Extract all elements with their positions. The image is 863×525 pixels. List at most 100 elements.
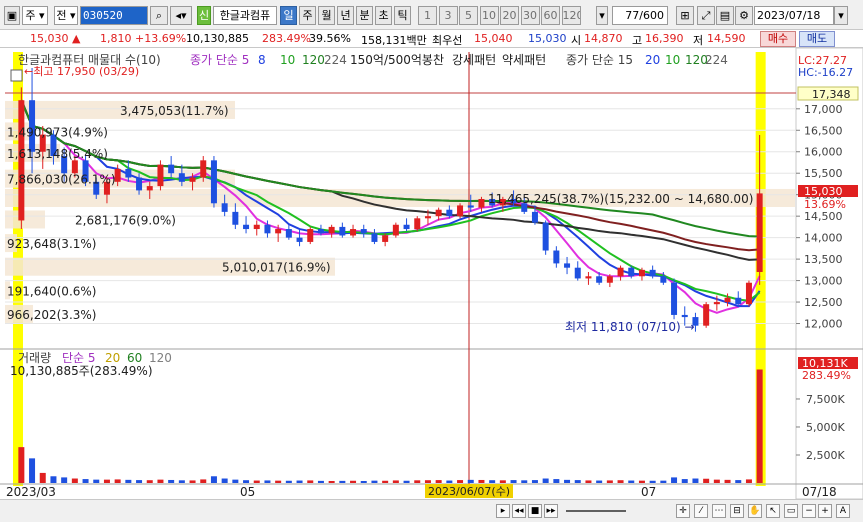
stop-icon[interactable]: ■: [528, 504, 542, 518]
volume-bar: [574, 480, 581, 483]
high-annotation: ←최고 17,950 (03/29): [24, 65, 139, 78]
candle-body: [649, 269, 656, 277]
candle-body: [724, 297, 731, 303]
buy-button[interactable]: 매수: [760, 31, 796, 47]
candle-body: [392, 224, 399, 236]
low-annotation: 최저 11,810 (07/10) →: [565, 320, 695, 334]
interval-button-20[interactable]: 20: [500, 6, 519, 25]
volume-bar: [168, 479, 175, 483]
candle-body: [371, 233, 378, 242]
zoom-slider[interactable]: [566, 510, 626, 512]
crosshair-icon[interactable]: ✛: [676, 504, 690, 518]
interval-dropdown[interactable]: ▾: [596, 6, 608, 25]
candle-body: [756, 193, 763, 272]
volume-bar: [18, 447, 25, 483]
period-tab-0[interactable]: 일: [280, 6, 297, 25]
search-icon[interactable]: ⌕: [150, 6, 168, 25]
period-tab-1[interactable]: 주: [299, 6, 316, 25]
volume-bar: [82, 479, 89, 483]
ma-legend-period: 10: [280, 53, 295, 67]
interval-button-5[interactable]: 5: [459, 6, 478, 25]
stock-chart[interactable]: 17,00016,50016,00015,50015,00014,50014,0…: [0, 47, 863, 522]
y-tick-label: 14,000: [804, 232, 843, 245]
volume-ratio: 283.49%: [262, 32, 311, 45]
volume-profile-label: 2,681,176(9.0%): [75, 213, 176, 227]
volume-bar: [103, 479, 110, 483]
period-tab-4[interactable]: 분: [356, 6, 373, 25]
turnover: 39.56%: [309, 32, 351, 45]
candle-body: [531, 211, 538, 223]
count-total: /600: [639, 9, 664, 22]
volume-bar: [307, 480, 314, 483]
candle-body: [178, 173, 185, 182]
interval-button-3[interactable]: 3: [438, 6, 458, 25]
volume-profile-label: 923,648(3.1%): [7, 237, 96, 251]
window-icon[interactable]: ▣: [4, 6, 20, 25]
volume-bar: [671, 477, 678, 483]
date-picker-icon[interactable]: ▾: [834, 6, 848, 25]
candle-body: [189, 177, 196, 182]
volume-tick-label: 7,500K: [806, 393, 845, 406]
volume-bar: [585, 480, 592, 483]
period-tab-6[interactable]: 틱: [394, 6, 411, 25]
all-select[interactable]: 전 ▾: [54, 6, 78, 25]
volume-bar: [713, 479, 720, 483]
volume-profile-label: 1,490,973(4.9%): [7, 125, 108, 139]
volume-profile-label: 966,202(3.3%): [7, 308, 96, 322]
volume-bar: [360, 480, 367, 483]
plus-icon[interactable]: +: [818, 504, 832, 518]
interval-button-10[interactable]: 10: [479, 6, 499, 25]
minus-icon[interactable]: −: [802, 504, 816, 518]
candle-body: [232, 211, 239, 225]
grid-tool-icon[interactable]: ⊟: [730, 504, 744, 518]
hc-label: HC:-16.27: [798, 66, 853, 79]
price-value: 15,030: [30, 32, 69, 45]
volume-profile-label: 3,475,053(11.7%): [120, 104, 229, 118]
interval-button-120[interactable]: 120: [561, 6, 581, 25]
save-icon[interactable]: ▤: [716, 6, 734, 25]
market-select[interactable]: 주 ▾: [22, 6, 48, 25]
chart-area[interactable]: 17,00016,50016,00015,50015,00014,50014,0…: [0, 47, 863, 522]
interval-button-1[interactable]: 1: [418, 6, 437, 25]
candle-body: [339, 226, 346, 236]
volume-bar: [243, 480, 250, 483]
interval-button-30[interactable]: 30: [520, 6, 540, 25]
sound-icon[interactable]: ◂▾: [170, 6, 192, 25]
volume-pct-tag-text: 283.49%: [802, 369, 851, 382]
y-tick-label: 13,000: [804, 275, 843, 288]
scroll-right-icon[interactable]: ▸: [496, 504, 510, 518]
candle-body: [136, 177, 143, 191]
arrow-tool-icon[interactable]: ↖: [766, 504, 780, 518]
volume-profile-label: 1,613,148(5.4%): [7, 147, 108, 161]
chart-menu-icon: [10, 69, 23, 82]
rect-tool-icon[interactable]: ▭: [784, 504, 798, 518]
candle-body: [596, 276, 603, 283]
pattern-tool-icon[interactable]: ⋯: [712, 504, 726, 518]
gear-icon[interactable]: ⚙: [735, 6, 753, 25]
interval-button-60[interactable]: 60: [541, 6, 560, 25]
pattern-label-3: 약세패턴: [502, 52, 546, 67]
forward-icon[interactable]: ▸▸: [544, 504, 558, 518]
period-tab-3[interactable]: 년: [337, 6, 354, 25]
all-label: 전: [56, 9, 67, 22]
volume-bar: [114, 479, 121, 483]
line-tool-icon[interactable]: ⁄: [694, 504, 708, 518]
volume-profile-band: [5, 210, 45, 229]
period-tab-2[interactable]: 월: [318, 6, 335, 25]
hand-tool-icon[interactable]: ✋: [748, 504, 762, 518]
volume-bar: [157, 479, 164, 483]
chart-tool-icon[interactable]: ⊞: [676, 6, 694, 25]
count-field[interactable]: 77/600: [612, 6, 668, 25]
candle-body: [435, 209, 442, 217]
date-field[interactable]: 2023/07/18: [754, 6, 834, 25]
period-tab-5[interactable]: 초: [375, 6, 392, 25]
volume-bar: [392, 480, 399, 483]
candle-body: [660, 276, 667, 283]
rewind-icon[interactable]: ◂◂: [512, 504, 526, 518]
stock-name-field[interactable]: 한글과컴퓨: [213, 6, 277, 25]
sell-button[interactable]: 매도: [799, 31, 835, 47]
stock-code-input[interactable]: 030520: [80, 6, 148, 25]
text-tool-icon[interactable]: A: [836, 504, 850, 518]
x-axis-label: 07: [641, 485, 656, 499]
zoom-icon[interactable]: ⤢: [697, 6, 715, 25]
